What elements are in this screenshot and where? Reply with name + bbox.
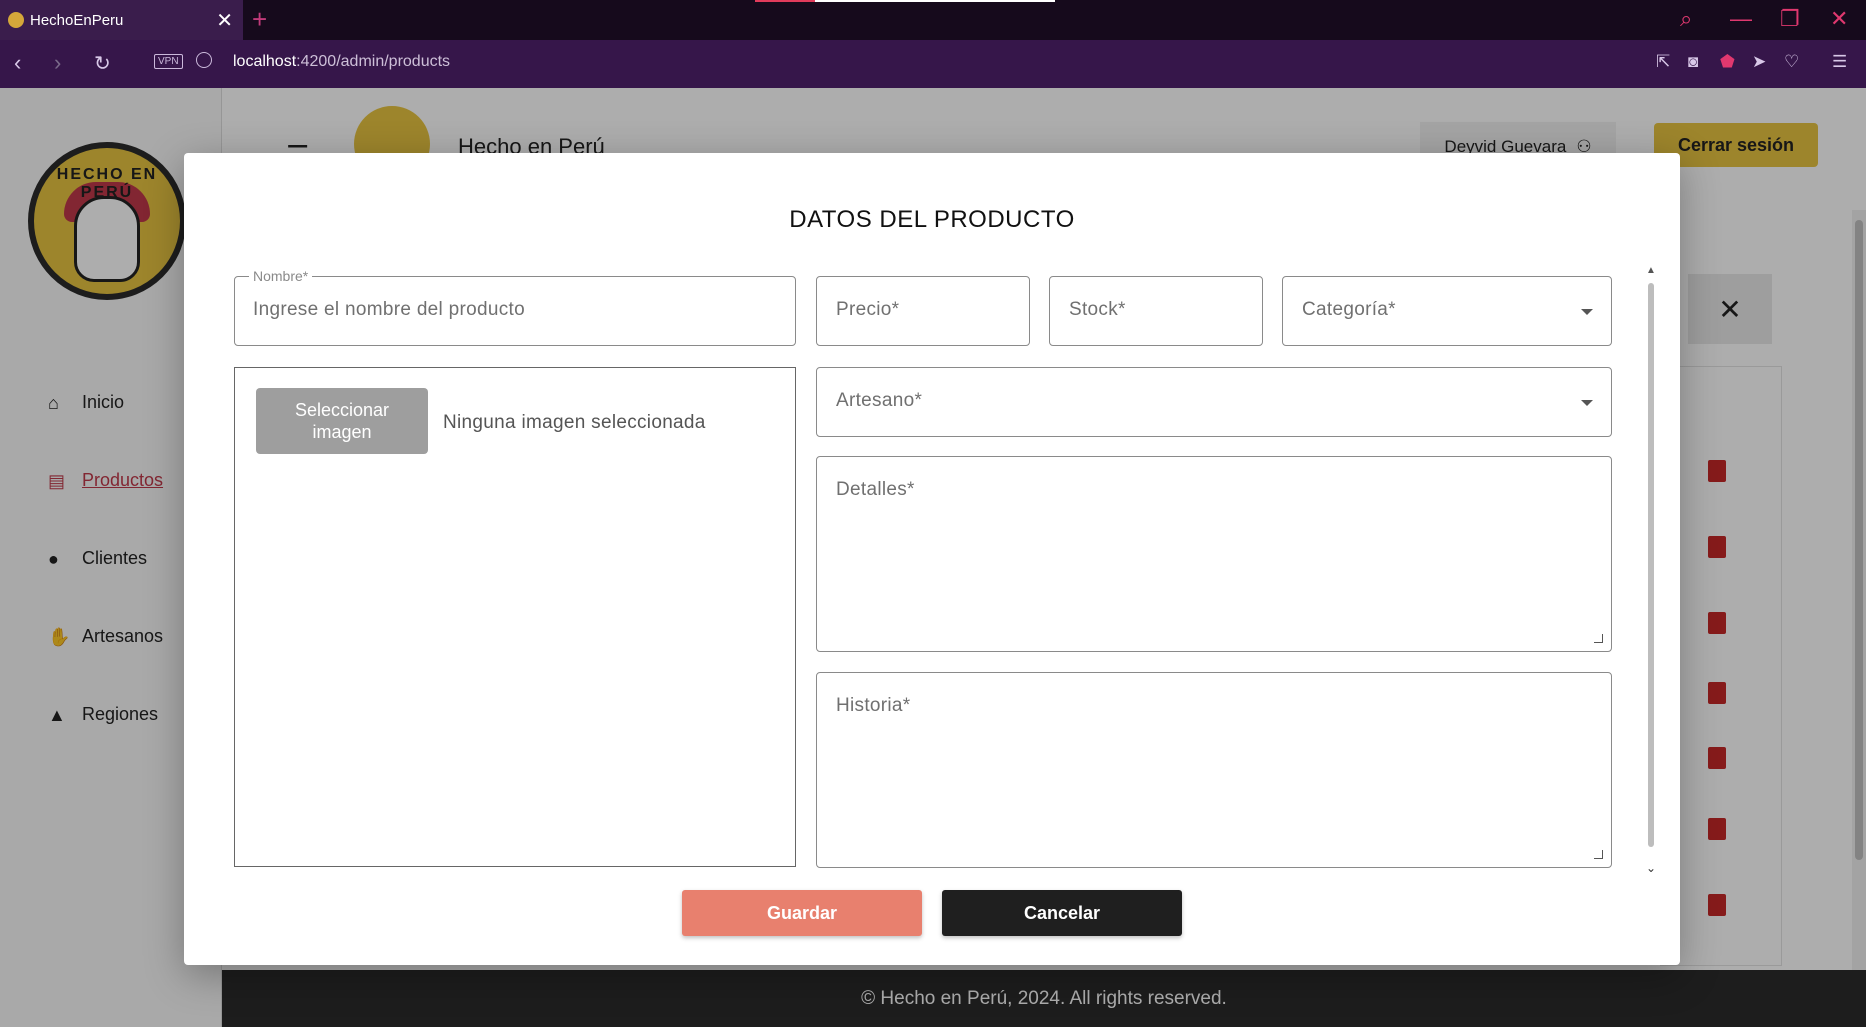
historia-textarea[interactable]: Historia*: [816, 672, 1612, 868]
stock-field[interactable]: Stock*: [1049, 276, 1263, 346]
nombre-placeholder: Ingrese el nombre del producto: [253, 299, 525, 320]
favicon-icon: [8, 12, 24, 28]
heart-icon[interactable]: ♡: [1784, 52, 1799, 72]
new-tab-button[interactable]: +: [252, 4, 267, 35]
browser-tab-bar: HechoEnPeru ✕ + ⌕ — ❐ ✕: [0, 0, 1866, 40]
image-upload-area[interactable]: Seleccionar imagen Ninguna imagen selecc…: [234, 367, 796, 867]
detalles-textarea[interactable]: Detalles*: [816, 456, 1612, 652]
search-icon[interactable]: ⌕: [1680, 6, 1692, 32]
url-host: localhost: [233, 53, 297, 70]
send-icon[interactable]: ➤: [1752, 52, 1766, 72]
artesano-select[interactable]: Artesano*: [816, 367, 1612, 437]
dialog-title: DATOS DEL PRODUCTO: [789, 206, 1075, 233]
categoria-select[interactable]: Categoría*: [1282, 276, 1612, 346]
chevron-down-icon: [1581, 400, 1593, 406]
precio-field[interactable]: Precio*: [816, 276, 1030, 346]
select-image-button[interactable]: Seleccionar imagen: [256, 388, 428, 454]
stock-label: Stock*: [1069, 299, 1126, 320]
loading-bar-progress: [755, 0, 815, 2]
artesano-label: Artesano*: [836, 390, 923, 411]
cancel-button[interactable]: Cancelar: [942, 890, 1182, 936]
address-bar: ‹ › ↻ VPN localhost:4200/admin/products …: [0, 40, 1866, 88]
browser-tab[interactable]: HechoEnPeru ✕: [0, 0, 243, 40]
resize-handle-icon[interactable]: [1594, 634, 1603, 643]
resize-handle-icon[interactable]: [1594, 850, 1603, 859]
save-button[interactable]: Guardar: [682, 890, 922, 936]
dialog-scrollbar-thumb[interactable]: [1648, 283, 1654, 847]
categoria-label: Categoría*: [1302, 299, 1396, 320]
precio-label: Precio*: [836, 299, 900, 320]
tab-close-icon[interactable]: ✕: [216, 8, 233, 33]
select-image-label-2: imagen: [312, 422, 372, 442]
url-path: :4200/admin/products: [296, 53, 451, 70]
globe-icon: [196, 52, 212, 68]
tab-title: HechoEnPeru: [30, 11, 124, 29]
historia-label: Historia*: [836, 695, 911, 716]
back-icon[interactable]: ‹: [14, 50, 21, 76]
dialog-scrollbar[interactable]: ▲ ⌄: [1646, 265, 1656, 875]
scroll-up-icon[interactable]: ▲: [1646, 265, 1656, 276]
restore-button[interactable]: ❐: [1780, 6, 1800, 32]
forward-icon[interactable]: ›: [54, 50, 61, 76]
settings-icon[interactable]: ☰: [1832, 52, 1847, 72]
no-image-text: Ninguna imagen seleccionada: [443, 412, 706, 433]
nombre-label: Nombre*: [249, 268, 313, 284]
close-window-button[interactable]: ✕: [1830, 6, 1848, 32]
url-field[interactable]: localhost:4200/admin/products: [233, 53, 450, 71]
shield-icon[interactable]: ⬟: [1720, 52, 1735, 72]
nombre-field[interactable]: Nombre* Ingrese el nombre del producto: [234, 268, 796, 346]
scroll-down-icon[interactable]: ⌄: [1646, 861, 1656, 875]
detalles-label: Detalles*: [836, 479, 915, 500]
select-image-label-1: Seleccionar: [294, 400, 390, 420]
chevron-down-icon: [1581, 309, 1593, 315]
minimize-button[interactable]: —: [1730, 6, 1752, 32]
product-dialog: DATOS DEL PRODUCTO Nombre* Ingrese el no…: [184, 153, 1680, 965]
vpn-badge[interactable]: VPN: [154, 54, 183, 69]
camera-icon[interactable]: ◙: [1688, 52, 1698, 72]
share-icon[interactable]: ⇱: [1656, 52, 1670, 72]
reload-icon[interactable]: ↻: [94, 51, 111, 76]
